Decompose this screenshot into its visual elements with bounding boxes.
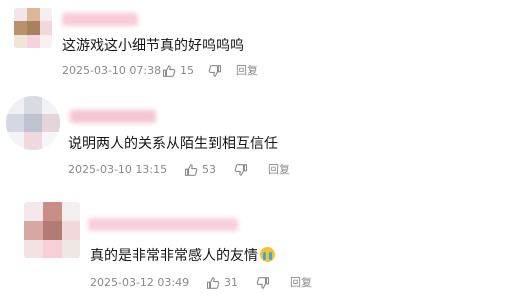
- reply-button[interactable]: 回复: [290, 276, 312, 290]
- dislike-button[interactable]: [234, 163, 248, 177]
- like-button[interactable]: 15: [162, 64, 194, 78]
- username[interactable]: [62, 13, 138, 26]
- comment-text: 说明两人的关系从陌生到相互信任: [68, 136, 278, 152]
- dislike-button[interactable]: [256, 276, 270, 290]
- thumbs-up-icon: [162, 64, 176, 78]
- thumbs-down-icon: [208, 64, 222, 78]
- like-count: 31: [224, 276, 238, 289]
- reply-button[interactable]: 回复: [236, 64, 258, 78]
- avatar[interactable]: [24, 202, 80, 258]
- thumbs-up-icon: [206, 276, 220, 290]
- comment-date: 2025-03-12 03:49: [90, 276, 190, 289]
- like-count: 53: [202, 163, 216, 176]
- comment-date: 2025-03-10 07:38: [62, 64, 162, 77]
- thumbs-down-icon: [256, 276, 270, 290]
- crying-face-icon: [260, 247, 275, 262]
- comment-text-content: 真的是非常非常感人的友情: [90, 248, 258, 264]
- thumbs-up-icon: [184, 163, 198, 177]
- like-button[interactable]: 31: [206, 276, 238, 290]
- like-button[interactable]: 53: [184, 163, 216, 177]
- comment-date: 2025-03-10 13:15: [68, 163, 168, 176]
- comment-text: 真的是非常非常感人的友情: [90, 247, 275, 265]
- username[interactable]: [70, 110, 156, 123]
- comment-item: 说明两人的关系从陌生到相互信任 2025-03-10 13:15 53 回复: [0, 90, 525, 190]
- avatar[interactable]: [14, 8, 52, 48]
- dislike-button[interactable]: [208, 64, 222, 78]
- avatar[interactable]: [6, 96, 60, 150]
- username[interactable]: [88, 218, 238, 231]
- comment-text: 这游戏这小细节真的好呜呜呜: [62, 38, 244, 54]
- like-count: 15: [180, 64, 194, 77]
- comment-item: 真的是非常非常感人的友情 2025-03-12 03:49 31 回复: [0, 192, 525, 308]
- comment-item: 这游戏这小细节真的好呜呜呜 2025-03-10 07:38 15 回复: [0, 0, 525, 88]
- thumbs-down-icon: [234, 163, 248, 177]
- reply-button[interactable]: 回复: [268, 163, 290, 177]
